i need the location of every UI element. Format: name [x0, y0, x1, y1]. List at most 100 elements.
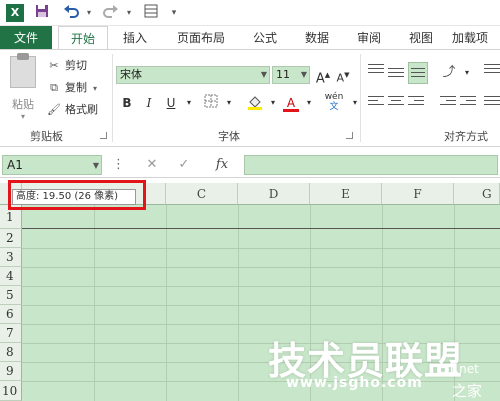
- undo-dropdown-icon[interactable]: ▾: [84, 4, 94, 22]
- row-header-5[interactable]: 5: [0, 286, 22, 305]
- redo-dropdown-icon[interactable]: ▾: [124, 4, 134, 22]
- cancel-icon[interactable]: ✕: [144, 155, 160, 175]
- font-name-select[interactable]: 宋体 ▼: [116, 66, 270, 84]
- chevron-down-icon: ▼: [92, 161, 99, 170]
- alignment-group-label: 对齐方式: [444, 130, 488, 143]
- tab-home[interactable]: 开始: [58, 26, 108, 51]
- clipboard-launcher-icon[interactable]: [100, 132, 107, 139]
- orientation-icon[interactable]: ⤴: [440, 64, 458, 82]
- bold-button[interactable]: B: [118, 94, 136, 112]
- chevron-down-icon: ▼: [300, 70, 307, 79]
- phonetic-label: wén: [324, 92, 344, 102]
- merge-center-icon[interactable]: [484, 96, 500, 110]
- column-header-f[interactable]: F: [382, 183, 454, 205]
- tab-data[interactable]: 数据: [296, 26, 338, 50]
- insert-function-icon[interactable]: fx: [212, 155, 232, 175]
- gridline: [22, 305, 500, 306]
- increase-font-icon[interactable]: A▲: [314, 66, 332, 86]
- row-header-4[interactable]: 4: [0, 267, 22, 286]
- paste-label: 粘贴: [12, 98, 34, 111]
- increase-indent-icon[interactable]: [460, 96, 476, 110]
- cut-label: 剪切: [65, 59, 87, 72]
- underline-button[interactable]: U: [162, 94, 180, 112]
- font-name-value: 宋体: [120, 68, 142, 81]
- font-size-select[interactable]: 11 ▼: [272, 66, 310, 84]
- copy-button[interactable]: ⧉ 复制 ▾: [46, 78, 97, 98]
- watermark-url: www.jsgho.com: [286, 375, 423, 391]
- row-header-9[interactable]: 9: [0, 362, 22, 381]
- align-bottom-icon[interactable]: [408, 62, 428, 84]
- paste-button[interactable]: 粘贴 ▾: [6, 53, 40, 121]
- paste-icon: [10, 53, 36, 88]
- form-icon[interactable]: [142, 4, 160, 22]
- scissors-icon: ✂: [49, 59, 59, 72]
- watermark-corner-2: 之家: [452, 382, 483, 400]
- align-left-icon[interactable]: [368, 96, 384, 110]
- tab-file[interactable]: 文件: [0, 26, 52, 50]
- format-painter-label: 格式刷: [65, 103, 98, 116]
- row-header-8[interactable]: 8: [0, 343, 22, 362]
- copy-label: 复制: [65, 81, 87, 94]
- row-header-10[interactable]: 10: [0, 381, 22, 401]
- fill-color-dropdown-icon[interactable]: ▾: [264, 94, 282, 112]
- undo-icon[interactable]: [60, 4, 82, 22]
- borders-dropdown-icon[interactable]: ▾: [220, 94, 238, 112]
- phonetic-dropdown-icon[interactable]: ▾: [346, 94, 364, 112]
- highlight-box: [8, 180, 146, 210]
- formula-input[interactable]: [244, 155, 498, 175]
- redo-icon[interactable]: [100, 4, 122, 22]
- font-color-button[interactable]: A: [282, 94, 300, 112]
- italic-button[interactable]: I: [140, 94, 158, 112]
- tab-review[interactable]: 审阅: [348, 26, 390, 50]
- decrease-indent-icon[interactable]: [440, 96, 456, 110]
- formula-bar: A1 ▼ ⋮ ✕ ✓ fx: [0, 152, 500, 178]
- wrap-text-icon[interactable]: [484, 64, 500, 78]
- row-header-3[interactable]: 3: [0, 248, 22, 267]
- tab-view[interactable]: 视图: [400, 26, 442, 50]
- font-color-letter: A: [286, 96, 296, 110]
- gridline: [22, 286, 500, 287]
- font-launcher-icon[interactable]: [346, 132, 353, 139]
- gridline: [22, 267, 500, 268]
- row-header-2[interactable]: 2: [0, 229, 22, 248]
- phonetic-button[interactable]: wén 文: [322, 92, 346, 112]
- group-divider: [360, 54, 361, 142]
- gridline: [238, 205, 239, 401]
- decrease-font-icon[interactable]: A▼: [334, 66, 352, 85]
- align-top-icon[interactable]: [368, 64, 384, 78]
- copy-dropdown-icon[interactable]: ▾: [93, 84, 97, 93]
- format-painter-icon: 🖌: [47, 103, 61, 116]
- column-header-e[interactable]: E: [310, 183, 382, 205]
- tab-formulas[interactable]: 公式: [244, 26, 286, 50]
- watermark-corner: 51.net: [440, 362, 479, 376]
- font-color-dropdown-icon[interactable]: ▾: [300, 94, 318, 112]
- align-right-icon[interactable]: [408, 96, 424, 110]
- column-header-g[interactable]: G: [454, 183, 500, 205]
- tab-add-ins[interactable]: 加载项: [452, 26, 500, 50]
- borders-icon[interactable]: [202, 94, 220, 112]
- column-header-c[interactable]: C: [166, 183, 238, 205]
- excel-app-icon: X: [6, 4, 24, 22]
- orientation-dropdown-icon[interactable]: ▾: [458, 64, 476, 82]
- row-header-7[interactable]: 7: [0, 324, 22, 343]
- customize-qat-icon[interactable]: ▾: [168, 4, 180, 22]
- clipboard-group-label: 剪贴板: [30, 130, 63, 143]
- save-icon[interactable]: [34, 4, 50, 22]
- name-box[interactable]: A1 ▼: [2, 155, 102, 175]
- gridline: [22, 324, 500, 325]
- gridline: [166, 205, 167, 401]
- more-options-icon[interactable]: ⋮: [112, 155, 125, 175]
- format-painter-button[interactable]: 🖌 格式刷: [46, 100, 98, 120]
- tab-page-layout[interactable]: 页面布局: [168, 26, 234, 50]
- paste-dropdown-icon[interactable]: ▾: [6, 112, 40, 121]
- fill-color-icon[interactable]: [246, 94, 264, 112]
- tab-insert[interactable]: 插入: [114, 26, 156, 50]
- align-middle-icon[interactable]: [388, 68, 404, 82]
- column-header-d[interactable]: D: [238, 183, 310, 205]
- underline-dropdown-icon[interactable]: ▾: [180, 94, 198, 112]
- align-center-icon[interactable]: [388, 96, 404, 110]
- gridline: [22, 248, 500, 249]
- cut-button[interactable]: ✂ 剪切: [46, 56, 87, 76]
- enter-icon[interactable]: ✓: [176, 155, 192, 175]
- row-header-6[interactable]: 6: [0, 305, 22, 324]
